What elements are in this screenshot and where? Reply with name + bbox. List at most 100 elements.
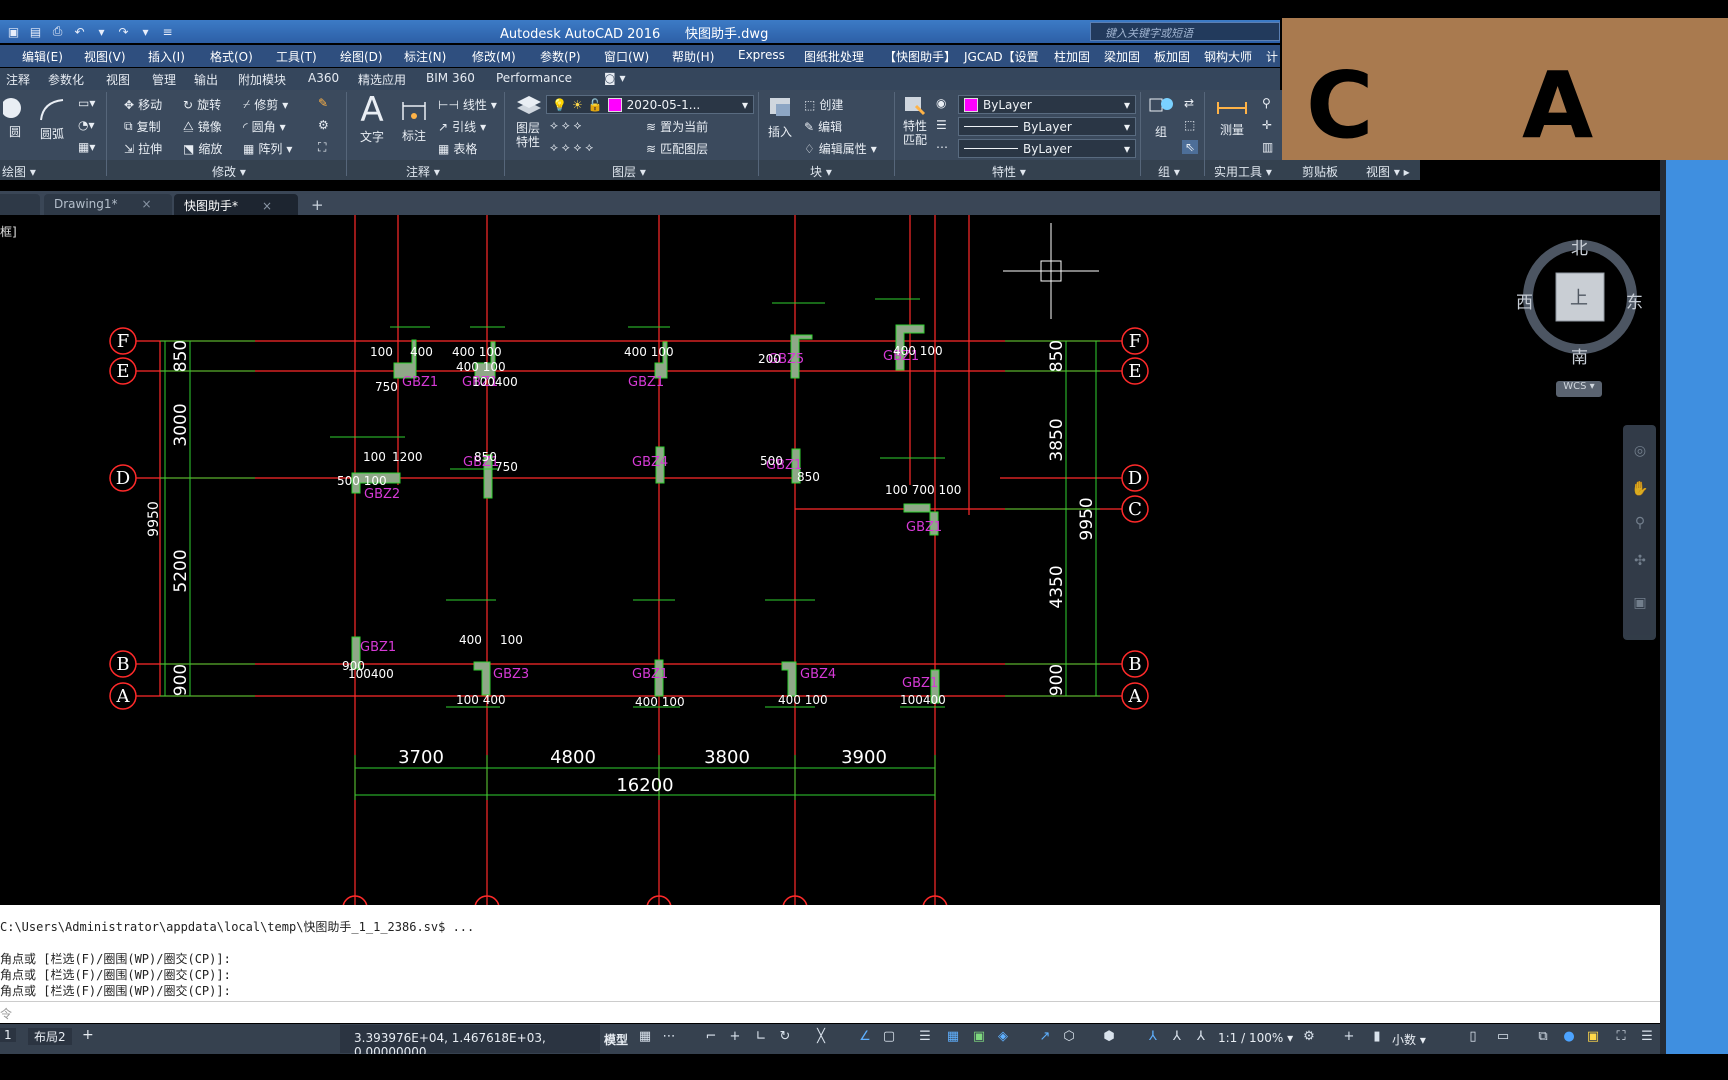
layers-panel-title[interactable]: 图层 ▾ [612, 163, 646, 180]
edit-block-button[interactable]: ✎ 编辑 [804, 118, 842, 135]
view-panel-title[interactable]: 视图 ▾ ▸ [1366, 163, 1410, 180]
object-snap-tracking-icon[interactable]: ∠ [856, 1029, 874, 1047]
workspace-gear-icon[interactable]: ⚙ [1300, 1029, 1318, 1047]
erase-button[interactable]: ✎ [318, 96, 328, 110]
ribbon-tab[interactable]: Performance [496, 68, 572, 85]
ortho-icon[interactable]: ∟ [752, 1029, 770, 1047]
menu-item[interactable]: 修改(M) [472, 45, 516, 65]
lineweight-toggle-icon[interactable]: ☰ [916, 1029, 934, 1047]
measure-button[interactable]: 测量 [1212, 96, 1252, 138]
color-dropdown[interactable]: ByLayer ▾ [958, 95, 1136, 114]
transparency-icon[interactable]: ▦ [944, 1029, 962, 1047]
annotation-scale-icon[interactable]: ⅄ [1192, 1029, 1210, 1047]
grid-icon[interactable]: ▦ [636, 1029, 654, 1047]
viewcube-north[interactable]: 北 [1571, 234, 1588, 259]
ucs-icon[interactable]: ↗ [1036, 1029, 1054, 1047]
circle-button[interactable]: 圆 [0, 96, 30, 140]
layer-tools-row1[interactable]: ⟡ ⟡ ⟡ [550, 118, 581, 133]
draw-panel-title[interactable]: 绘图 ▾ [2, 163, 36, 180]
point-icon[interactable]: ✛ [1262, 118, 1272, 132]
pan-icon[interactable]: ✋ [1631, 481, 1649, 499]
scale-dropdown[interactable]: 1:1 / 100% ▾ [1218, 1031, 1293, 1045]
drawing-viewport[interactable]: F F E E D D C B B A A 850 3000 5200 900 9950 850 3850 4350… [0, 215, 1660, 905]
ribbon-tab[interactable]: 输出 [194, 68, 218, 88]
coordinates-readout[interactable]: 3.393976E+04, 1.467618E+03, 0.00000000 [340, 1025, 600, 1059]
viewcube-top-face[interactable]: 上 [1570, 284, 1588, 310]
dropdown-icon[interactable]: ▾ [136, 22, 155, 41]
command-input[interactable]: 令 [0, 1001, 1660, 1023]
match-properties-button[interactable]: 特性 匹配 [898, 94, 932, 147]
table-button[interactable]: ▦ 表格 [438, 140, 477, 157]
polar-icon[interactable]: ↻ [776, 1029, 794, 1047]
viewcube-east[interactable]: 东 [1626, 288, 1643, 313]
isolate-objects-icon[interactable]: ⧉ [1534, 1029, 1552, 1047]
print-icon[interactable]: ⎙ [48, 22, 67, 41]
arc-button[interactable]: 圆弧 [34, 96, 70, 142]
edit-attributes-button[interactable]: ♢ 编辑属性 ▾ [804, 140, 877, 157]
menu-item[interactable]: 参数(P) [540, 45, 581, 65]
menu-item[interactable]: 柱加固 [1054, 45, 1090, 65]
array-button[interactable]: ▦ 阵列 ▾ [243, 140, 292, 157]
rectangle-button[interactable]: ▭▾ [78, 96, 95, 110]
text-button[interactable]: A 文字 [356, 92, 388, 145]
infer-icon[interactable]: ⌐ [702, 1029, 720, 1047]
ungroup-icon[interactable]: ⇄ [1184, 96, 1194, 110]
menu-item[interactable]: 插入(I) [148, 45, 185, 65]
dynamic-input-icon[interactable]: + [726, 1029, 744, 1047]
tab-drawing1[interactable]: Drawing1* × [44, 194, 172, 215]
menu-item[interactable]: 绘图(D) [340, 45, 383, 65]
ribbon-tab[interactable]: 视图 [106, 68, 130, 88]
object-snap-icon[interactable]: ▢ [880, 1029, 898, 1047]
ribbon-tab[interactable]: 注释 [6, 68, 30, 88]
add-layout-button[interactable]: + [82, 1027, 94, 1043]
ribbon-tab[interactable]: 管理 [152, 68, 176, 88]
viewport-label[interactable]: 框] [0, 223, 17, 240]
dropdown-icon[interactable]: ▾ [92, 22, 111, 41]
lock-ui-icon[interactable]: ▭ [1494, 1029, 1512, 1047]
units-icon[interactable]: ▮ [1368, 1029, 1386, 1047]
layout-tab-1[interactable]: 1 [0, 1028, 16, 1042]
clean-screen-icon[interactable]: ▣ [1584, 1029, 1602, 1047]
auto-scale-icon[interactable]: ⅄ [1168, 1029, 1186, 1047]
steering-wheel-icon[interactable]: ◎ [1631, 443, 1649, 461]
gizmo-icon[interactable]: ⬡ [1060, 1029, 1078, 1047]
block-panel-title[interactable]: 块 ▾ [810, 163, 832, 180]
annotation-visibility-icon[interactable]: ⅄ [1144, 1029, 1162, 1047]
lineweight-dropdown[interactable]: ByLayer ▾ [958, 117, 1136, 136]
set-current-button[interactable]: ≋ 置为当前 [646, 118, 708, 135]
ribbon-tab[interactable]: A360 [308, 68, 339, 85]
viewcube-south[interactable]: 南 [1571, 343, 1588, 368]
menu-item[interactable]: 钢构大师 [1204, 45, 1252, 65]
menu-item[interactable]: 【快图助手】 [884, 45, 956, 65]
layer-properties-button[interactable]: 图层 特性 [510, 92, 546, 149]
saveas-icon[interactable]: ▤ [26, 22, 45, 41]
menu-item[interactable]: JGCAD【设置 [964, 45, 1039, 65]
undo-icon[interactable]: ↶ [70, 22, 89, 41]
menu-item[interactable]: Express [738, 45, 785, 62]
groups-panel-title[interactable]: 组 ▾ [1158, 163, 1180, 180]
ribbon-tab[interactable]: 精选应用 [358, 68, 406, 88]
menu-item[interactable]: 计 [1266, 45, 1278, 65]
linetype-dropdown[interactable]: ByLayer ▾ [958, 139, 1136, 158]
group-button[interactable]: 组 [1144, 94, 1178, 140]
orbit-icon[interactable]: ✣ [1631, 553, 1649, 571]
units-dropdown[interactable]: 小数 ▾ [1392, 1031, 1426, 1048]
quick-properties-icon[interactable]: ▯ [1464, 1029, 1482, 1047]
leader-button[interactable]: ↗ 引线 ▾ [438, 118, 486, 135]
tab-start[interactable] [0, 194, 40, 215]
hatch-button[interactable]: ◔▾ [78, 118, 95, 132]
stretch-button[interactable]: ⇲ 拉伸 [124, 140, 162, 157]
region-button[interactable]: ▦▾ [78, 140, 95, 154]
close-icon[interactable]: × [142, 197, 152, 211]
customization-icon[interactable]: ☰ [1638, 1029, 1656, 1047]
group-edit-icon[interactable]: ⬚ [1184, 118, 1195, 132]
annotation-panel-title[interactable]: 注释 ▾ [406, 163, 440, 180]
menu-item[interactable]: 格式(O) [210, 45, 253, 65]
annotation-monitor-icon[interactable]: ⬢ [1100, 1029, 1118, 1047]
clipboard-panel-title[interactable]: 剪贴板 [1302, 163, 1338, 180]
menu-item[interactable]: 梁加固 [1104, 45, 1140, 65]
layer-dropdown[interactable]: 💡 ☀ 🔓 2020-05-1... ▾ [546, 95, 754, 114]
ribbon-tab[interactable]: 附加模块 [238, 68, 286, 88]
ribbon-tab[interactable]: BIM 360 [426, 68, 475, 85]
menu-item[interactable]: 图纸批处理 [804, 45, 864, 65]
